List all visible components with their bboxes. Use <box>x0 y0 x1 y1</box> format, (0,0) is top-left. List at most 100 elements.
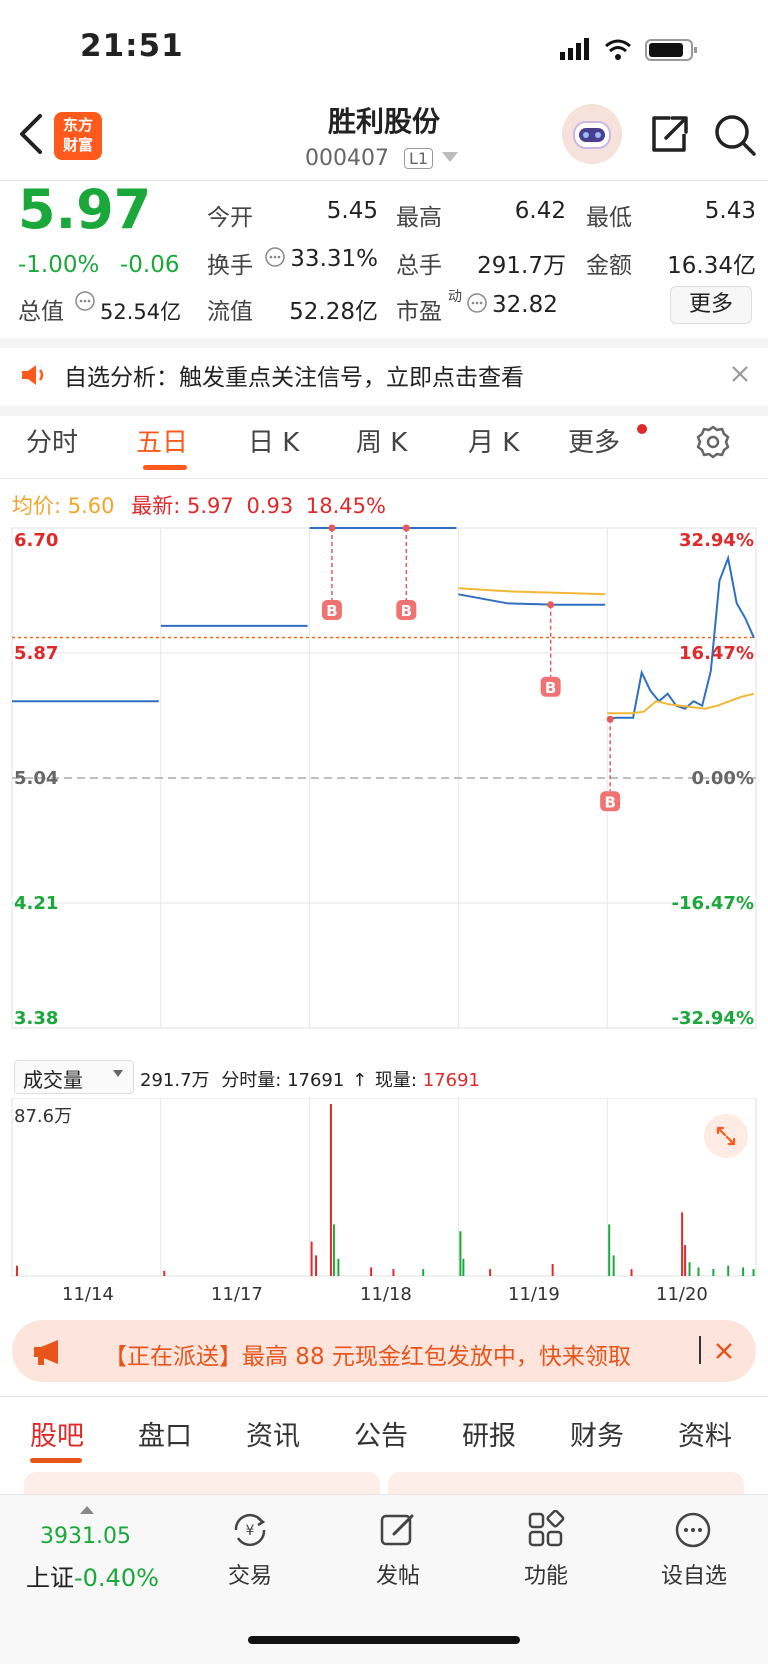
volume-chart[interactable] <box>0 1098 768 1278</box>
volume-selector[interactable]: 成交量 <box>14 1060 134 1094</box>
price-series-line <box>458 587 606 596</box>
mcap-label: 总值 <box>18 299 64 325</box>
low-value: 5.43 <box>704 198 756 224</box>
amount-value: 16.34亿 <box>667 253 756 279</box>
nav-watchlist-label[interactable]: 设自选 <box>644 1558 744 1590</box>
y-tick-pct-label: 32.94% <box>679 530 754 551</box>
pe-value: 32.82 <box>492 292 558 318</box>
red-dot-badge <box>637 424 647 434</box>
y-tick-label: 6.70 <box>14 530 58 551</box>
active-tab-indicator <box>30 1458 82 1463</box>
close-icon[interactable] <box>714 1341 734 1361</box>
nav-post-label[interactable]: 发帖 <box>348 1558 448 1590</box>
more-quote-button[interactable]: 更多 <box>670 286 752 324</box>
buy-marker-dot <box>328 524 336 532</box>
volume-frame <box>11 1098 757 1277</box>
date-label: 11/20 <box>656 1284 708 1305</box>
tab-guba[interactable]: 股吧 <box>30 1414 84 1453</box>
volume-label: 总手 <box>396 253 442 279</box>
tab-monthly-k[interactable]: 月 K <box>468 422 519 459</box>
low-label: 最低 <box>586 205 632 231</box>
y-tick-label: 4.21 <box>14 893 58 914</box>
date-label: 11/19 <box>508 1284 560 1305</box>
chevron-down-icon[interactable] <box>442 152 458 162</box>
tab-news[interactable]: 资讯 <box>246 1414 300 1453</box>
notice-text[interactable]: 自选分析：触发重点关注信号，立即点击查看 <box>64 358 524 392</box>
volume-max-label: 87.6万 <box>14 1106 73 1127</box>
y-tick-label: 5.87 <box>14 643 58 664</box>
y-tick-label: 5.04 <box>14 768 58 789</box>
y-tick-label: 3.38 <box>14 1008 58 1029</box>
pe-label: 市盈 <box>396 299 442 325</box>
float-label: 流值 <box>207 299 253 325</box>
close-icon[interactable] <box>730 364 750 384</box>
tab-five-day[interactable]: 五日 <box>136 422 188 459</box>
y-tick-pct-label: 16.47% <box>679 643 754 664</box>
y-tick-pct-label: 0.00% <box>692 768 754 789</box>
level-badge: L1 <box>404 148 434 169</box>
date-label: 11/17 <box>211 1284 263 1305</box>
settings-gear-icon[interactable] <box>695 424 731 460</box>
high-label: 最高 <box>396 205 442 231</box>
buy-marker-label: B <box>545 679 556 697</box>
more-circle-icon[interactable] <box>673 1510 713 1550</box>
tab-weekly-k[interactable]: 周 K <box>356 422 407 459</box>
tab-intraday[interactable]: 分时 <box>26 422 78 459</box>
active-tab-indicator <box>143 465 187 470</box>
search-icon[interactable] <box>712 112 758 158</box>
info-dots-icon[interactable] <box>74 290 96 312</box>
buy-marker-dot <box>547 601 555 609</box>
turnover-label: 换手 <box>207 253 253 279</box>
tab-research[interactable]: 研报 <box>462 1414 516 1453</box>
high-value: 6.42 <box>514 198 566 224</box>
mcap-value: 52.54亿 <box>100 300 182 324</box>
float-value: 52.28亿 <box>289 299 378 325</box>
buy-marker-label: B <box>604 793 615 811</box>
info-dots-icon[interactable] <box>466 292 488 314</box>
robot-avatar-icon[interactable] <box>562 104 622 164</box>
tab-announcements[interactable]: 公告 <box>354 1414 408 1453</box>
current-price: 5.97 <box>18 178 152 241</box>
buy-marker-label: B <box>326 602 337 620</box>
index-value[interactable]: 3931.05 <box>40 1524 131 1549</box>
signal-icon <box>560 38 697 61</box>
open-label: 今开 <box>207 205 253 231</box>
nav-function-label[interactable]: 功能 <box>496 1558 596 1590</box>
index-ticker[interactable]: 上证-0.40% <box>26 1558 159 1593</box>
nav-trade-label[interactable]: 交易 <box>200 1558 300 1590</box>
y-tick-pct-label: -32.94% <box>672 1008 754 1029</box>
tab-finance[interactable]: 财务 <box>570 1414 624 1453</box>
info-dots-icon[interactable] <box>264 246 286 268</box>
tab-daily-k[interactable]: 日 K <box>248 422 299 459</box>
pe-superscript: 动 <box>448 289 462 305</box>
five-day-chart[interactable]: 6.70 32.94% 5.87 16.47% 5.04 0.00% 4.21 -16.47%… <box>0 520 768 1060</box>
buy-marker-dot <box>402 524 410 532</box>
trade-icon[interactable]: ¥ <box>228 1510 272 1550</box>
change-amount: -0.06 <box>120 252 180 278</box>
amount-label: 金额 <box>586 253 632 279</box>
volume-info: 291.7万 分时量: 17691 ↑ 现量: 17691 <box>140 1070 480 1091</box>
grid-apps-icon[interactable] <box>526 1510 566 1550</box>
tab-more[interactable]: 更多 <box>568 422 620 459</box>
buy-marker-label: B <box>401 602 412 620</box>
megaphone-icon <box>34 1340 58 1365</box>
price-summary: 均价: 5.60 最新: 5.97 0.93 18.45% <box>12 494 386 518</box>
chevron-up-icon[interactable] <box>80 1506 94 1514</box>
buy-marker-dot <box>606 715 614 723</box>
price-series-line <box>607 554 755 721</box>
date-label: 11/18 <box>360 1284 412 1305</box>
edit-post-icon[interactable] <box>378 1510 418 1550</box>
open-value: 5.45 <box>326 198 378 224</box>
tab-order-book[interactable]: 盘口 <box>138 1414 192 1453</box>
share-icon[interactable] <box>648 112 690 156</box>
date-label: 11/14 <box>62 1284 114 1305</box>
tab-profile[interactable]: 资料 <box>678 1414 732 1453</box>
svg-text:¥: ¥ <box>246 1523 255 1539</box>
change-percent: -1.00% <box>18 252 100 278</box>
price-series-line <box>607 692 755 715</box>
expand-icon[interactable] <box>704 1114 748 1158</box>
turnover-value: 33.31% <box>290 246 378 272</box>
promo-text[interactable]: 【正在派送】最高 88 元现金红包发放中，快来领取 <box>104 1337 631 1371</box>
stock-code: 000407 <box>305 146 389 171</box>
home-indicator <box>248 1636 520 1644</box>
